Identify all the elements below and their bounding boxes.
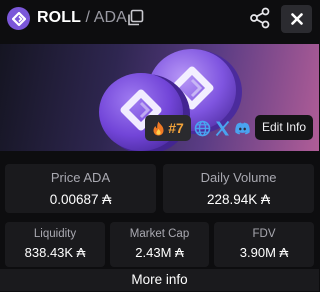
fdv-card: FDV 3.90M ₳ [214, 222, 314, 267]
x-twitter-icon[interactable] [214, 120, 231, 137]
globe-icon[interactable] [194, 120, 211, 137]
flame-icon [153, 121, 164, 135]
pair-separator: / [80, 9, 94, 26]
token-symbol: ROLL [37, 9, 81, 26]
rank-value: #7 [168, 120, 184, 136]
daily-volume-card: Daily Volume 228.94K ₳ [163, 164, 314, 213]
liquidity-label: Liquidity [33, 228, 77, 240]
price-label: Price ADA [50, 170, 111, 185]
market-cap-card: Market Cap 2.43M ₳ [110, 222, 209, 267]
market-cap-value: 2.43M ₳ [135, 245, 184, 260]
price-value: 0.00687 ₳ [49, 192, 112, 207]
liquidity-value: 838.43K ₳ [24, 245, 86, 260]
more-info-button[interactable]: More info [0, 269, 319, 291]
share-icon[interactable] [248, 6, 272, 30]
daily-volume-value: 228.94K ₳ [206, 192, 271, 207]
daily-volume-label: Daily Volume [200, 170, 277, 185]
roll-token-logo-icon [7, 7, 30, 30]
pair-title: ROLL / ADA [37, 8, 127, 28]
panel-header: ROLL / ADA [0, 0, 319, 38]
quote-symbol: ADA [93, 9, 127, 26]
trending-rank-badge[interactable]: #7 [145, 115, 191, 141]
price-card: Price ADA 0.00687 ₳ [5, 164, 156, 213]
edit-info-button[interactable]: Edit Info [255, 115, 313, 140]
fdv-label: FDV [252, 228, 276, 240]
discord-icon[interactable] [234, 120, 251, 137]
token-info-panel: ROLL / ADA #7 Edit Info Price ADA 0.0068… [0, 0, 319, 292]
close-button[interactable] [281, 5, 312, 33]
liquidity-card: Liquidity 838.43K ₳ [5, 222, 105, 267]
copy-icon[interactable] [125, 8, 145, 28]
fdv-value: 3.90M ₳ [239, 245, 289, 260]
market-cap-label: Market Cap [129, 228, 190, 240]
close-icon [290, 13, 303, 25]
